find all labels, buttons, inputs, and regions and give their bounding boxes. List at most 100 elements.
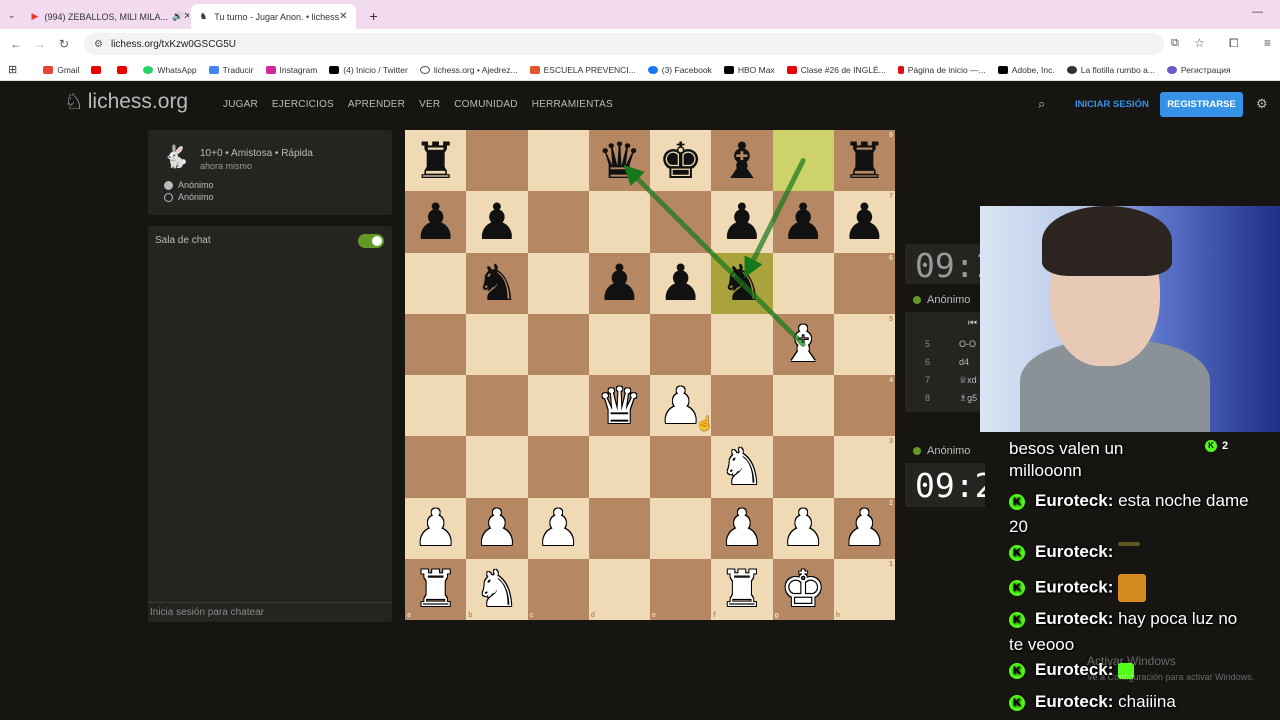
square-f6[interactable]: ♞ [711,252,773,314]
square-a3[interactable] [405,436,467,498]
square-a7[interactable]: ♟ [405,191,467,253]
square-c2[interactable]: ♟ [527,497,589,559]
square-e7[interactable] [650,191,712,253]
square-e6[interactable]: ♟ [650,252,712,314]
square-f3[interactable]: ♞ [711,436,773,498]
square-f7[interactable]: ♟ [711,191,773,253]
move-row[interactable]: 5 O-O [905,339,985,357]
black-knight-icon[interactable]: ♞ [474,258,519,308]
black-pawn-icon[interactable]: ♟ [413,197,458,247]
square-d6[interactable]: ♟ [588,252,650,314]
square-g5[interactable]: ♝ [772,313,834,375]
black-knight-icon[interactable]: ♞ [719,258,764,308]
square-h8[interactable]: ♜ 8 [833,130,895,192]
bookmark-hbo[interactable]: HBO Max [723,65,775,75]
square-g8[interactable] [772,130,834,192]
bookmark-clase[interactable]: Clase #26 de INGLÉ... [786,65,886,75]
close-tab-icon[interactable]: ✕ [339,11,347,22]
square-g3[interactable] [772,436,834,498]
square-d1[interactable]: d [588,558,650,620]
nav-ver[interactable]: VER [419,99,440,110]
square-e3[interactable] [650,436,712,498]
square-e5[interactable] [650,313,712,375]
square-d8[interactable]: ♛ [588,130,650,192]
install-icon[interactable]: ⧉ [1171,37,1179,50]
apps-icon[interactable]: ⊞ [8,63,17,76]
bookmark-whatsapp[interactable]: WhatsApp [143,65,197,75]
black-queen-icon[interactable]: ♛ [597,136,642,186]
square-b4[interactable] [466,375,528,437]
square-g4[interactable] [772,375,834,437]
square-d7[interactable] [588,191,650,253]
register-button[interactable]: REGISTRARSE [1160,92,1243,117]
square-a4[interactable] [405,375,467,437]
signin-link[interactable]: INICIAR SESIÓN [1075,99,1149,110]
nav-aprender[interactable]: APRENDER [348,99,405,110]
square-h5[interactable]: 5 [833,313,895,375]
square-c4[interactable] [527,375,589,437]
black-rook-icon[interactable]: ♜ [842,136,887,186]
square-c7[interactable] [527,191,589,253]
bookmark-gmail[interactable]: Gmail [43,65,79,75]
square-c8[interactable] [527,130,589,192]
square-h4[interactable]: 4 [833,375,895,437]
square-h3[interactable]: 3 [833,436,895,498]
square-b8[interactable] [466,130,528,192]
forward-icon[interactable]: → [28,37,52,51]
square-a1[interactable]: ♜ a [405,558,467,620]
square-d4[interactable]: ♛ [588,375,650,437]
square-a8[interactable]: ♜ [405,130,467,192]
square-f8[interactable]: ♝ [711,130,773,192]
square-f2[interactable]: ♟ [711,497,773,559]
extensions-icon[interactable]: ⧠ [1229,36,1239,51]
nav-jugar[interactable]: JUGAR [223,99,258,110]
white-rook-icon[interactable]: ♜ [719,564,764,614]
white-queen-icon[interactable]: ♛ [597,381,642,431]
square-b5[interactable] [466,313,528,375]
square-h1[interactable]: 1h [833,558,895,620]
white-pawn-icon[interactable]: ♟ [413,503,458,553]
bookmark-star-icon[interactable]: ☆ [1194,36,1205,50]
square-b3[interactable] [466,436,528,498]
square-a2[interactable]: ♟ [405,497,467,559]
minimize-icon[interactable]: — [1252,6,1263,18]
black-rook-icon[interactable]: ♜ [413,136,458,186]
bookmark-twitter[interactable]: (4) Inicio / Twitter [329,65,408,75]
white-king-icon[interactable]: ♚ [781,564,826,614]
white-bishop-icon[interactable]: ♝ [781,319,826,369]
square-b6[interactable]: ♞ [466,252,528,314]
bookmark-youtube-1[interactable] [91,65,105,74]
url-field[interactable]: ⚙ lichess.org/txKzw0GSCG5U [84,33,1164,55]
black-pawn-icon[interactable]: ♟ [658,258,703,308]
white-pawn-icon[interactable]: ♟ [781,503,826,553]
first-move-icon[interactable]: ⏮ [968,318,977,329]
square-c1[interactable]: c [527,558,589,620]
nav-herramientas[interactable]: HERRAMIENTAS [532,99,613,110]
player-white[interactable]: Anónimo [164,180,214,190]
black-pawn-icon[interactable]: ♟ [719,197,764,247]
square-a6[interactable] [405,252,467,314]
black-pawn-icon[interactable]: ♟ [781,197,826,247]
tab-lichess[interactable]: ♞ Tu turno - Jugar Anon. • lichess ✕ [190,4,356,29]
square-d5[interactable] [588,313,650,375]
bookmark-adobe[interactable]: Adobe, Inc. [997,65,1055,75]
player-black[interactable]: Anónimo [164,192,214,202]
square-h6[interactable]: 6 [833,252,895,314]
square-d3[interactable] [588,436,650,498]
nav-comunidad[interactable]: COMUNIDAD [454,99,517,110]
black-pawn-icon[interactable]: ♟ [842,197,887,247]
white-pawn-icon[interactable]: ♟ [719,503,764,553]
white-knight-icon[interactable]: ♞ [719,442,764,492]
back-icon[interactable]: ← [4,37,28,51]
nav-ejercicios[interactable]: EJERCICIOS [272,99,334,110]
tab-youtube[interactable]: ▶ (994) ZEBALLOS, MILI MILA... 🔊 ✕ [24,4,189,29]
bookmark-lichess[interactable]: lichess.org • Ajedrez... [419,65,518,75]
bookmark-escuela[interactable]: ESCUELA PREVENCI... [529,65,636,75]
menu-icon[interactable]: ≡ [1264,36,1271,50]
square-b7[interactable]: ♟ [466,191,528,253]
close-tab-icon[interactable]: ✕ [183,11,188,22]
square-a5[interactable] [405,313,467,375]
white-rook-icon[interactable]: ♜ [413,564,458,614]
white-pawn-icon[interactable]: ♟ [842,503,887,553]
white-pawn-icon[interactable]: ♟ [536,503,581,553]
